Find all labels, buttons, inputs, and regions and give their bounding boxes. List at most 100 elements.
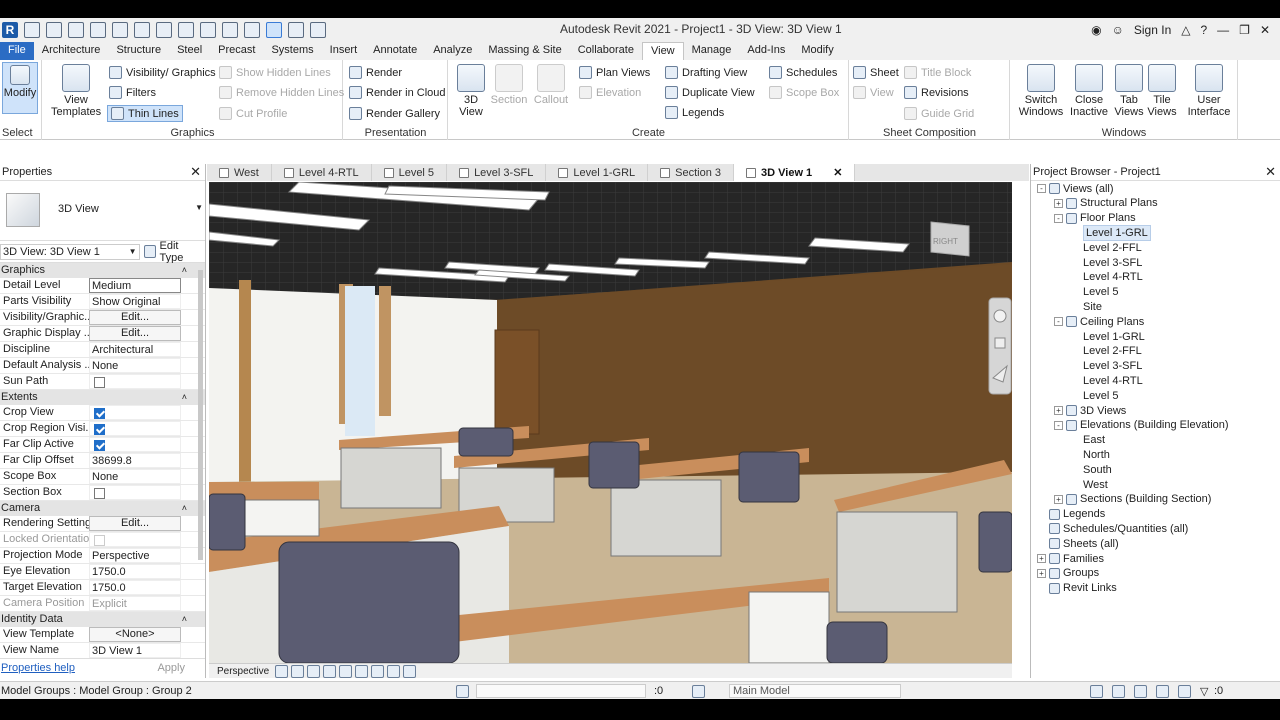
browser-node[interactable]: + Sections (Building Section) xyxy=(1054,492,1211,507)
property-value[interactable]: None xyxy=(89,469,181,484)
tag-icon[interactable] xyxy=(200,22,216,38)
revit-logo-icon[interactable]: R xyxy=(2,22,18,38)
reveal-hidden-icon[interactable] xyxy=(403,664,417,678)
browser-node[interactable]: Level 3-SFL xyxy=(1071,359,1142,374)
render-gallery-button[interactable]: Render Gallery xyxy=(349,107,440,120)
checkbox[interactable] xyxy=(94,408,105,419)
property-value[interactable]: None xyxy=(89,358,181,373)
browser-node[interactable]: Level 4-RTL xyxy=(1071,373,1143,388)
remove-hidden-lines-button[interactable]: Remove Hidden Lines xyxy=(219,86,344,99)
ribbon-tab-architecture[interactable]: Architecture xyxy=(34,42,109,60)
steering-wheel-icon[interactable] xyxy=(993,309,1007,323)
checkbox[interactable] xyxy=(94,488,105,499)
close-window-button[interactable]: ✕ xyxy=(1260,23,1270,37)
crop-view-icon[interactable] xyxy=(339,664,353,678)
select-links-icon[interactable] xyxy=(1090,685,1103,698)
render-dialog-icon[interactable] xyxy=(323,664,337,678)
edit-property-button[interactable]: Edit... xyxy=(89,326,181,341)
browser-node[interactable]: Level 4-RTL xyxy=(1071,270,1143,285)
property-value[interactable]: 1750.0 xyxy=(89,580,181,595)
browser-node[interactable]: + Groups xyxy=(1037,566,1099,581)
filter-icon[interactable]: ▽ xyxy=(1200,685,1208,698)
expand-icon[interactable]: + xyxy=(1037,568,1046,578)
browser-node[interactable]: Level 2-FFL xyxy=(1071,240,1142,255)
select-pinned-icon[interactable] xyxy=(1134,685,1147,698)
elevation-button[interactable]: Elevation xyxy=(579,86,641,99)
ribbon-tab-modify[interactable]: Modify xyxy=(793,42,841,60)
close-tab-icon[interactable]: ✕ xyxy=(833,166,842,179)
browser-node[interactable]: Level 2-FFL xyxy=(1071,344,1142,359)
render-button[interactable]: Render xyxy=(349,66,402,79)
3d-view-button[interactable]: 3D View xyxy=(453,64,489,118)
checkbox[interactable] xyxy=(94,535,105,546)
browser-node[interactable]: Sheets (all) xyxy=(1037,536,1119,551)
restore-button[interactable]: ❐ xyxy=(1239,23,1250,37)
ribbon-tab-structure[interactable]: Structure xyxy=(108,42,169,60)
view-tab-3d-view-1[interactable]: 3D View 1 ✕ xyxy=(734,164,856,181)
property-group-header[interactable]: Camera ˄ xyxy=(0,501,205,516)
title-block-button[interactable]: Title Block xyxy=(904,66,971,79)
collapse-icon[interactable]: - xyxy=(1054,213,1063,223)
ribbon-tab-systems[interactable]: Systems xyxy=(263,42,321,60)
zoom-icon[interactable] xyxy=(994,337,1006,349)
thin-lines-button[interactable]: Thin Lines xyxy=(107,105,183,122)
property-value[interactable]: 1750.0 xyxy=(89,564,181,579)
checkbox[interactable] xyxy=(94,424,105,435)
collapse-icon[interactable]: - xyxy=(1054,317,1063,327)
visibility-graphics-button[interactable]: Visibility/ Graphics xyxy=(109,66,216,79)
view-templates-button[interactable]: View Templates xyxy=(51,64,101,118)
browser-node[interactable]: Legends xyxy=(1037,507,1105,522)
navigation-bar[interactable] xyxy=(988,297,1012,395)
browser-node[interactable]: West xyxy=(1071,477,1108,492)
cut-profile-button[interactable]: Cut Profile xyxy=(219,107,287,120)
apply-button[interactable]: Apply xyxy=(157,662,185,674)
checkbox[interactable] xyxy=(94,377,105,388)
lock-3d-view-icon[interactable] xyxy=(371,664,385,678)
thin-lines-qa-icon[interactable] xyxy=(266,22,282,38)
view-tab-level-1-grl[interactable]: Level 1-GRL xyxy=(546,164,649,181)
guide-grid-button[interactable]: Guide Grid xyxy=(904,107,974,120)
browser-node[interactable]: + Families xyxy=(1037,551,1104,566)
print-icon[interactable] xyxy=(134,22,150,38)
user-icon[interactable]: ☺ xyxy=(1112,23,1124,37)
save-icon[interactable] xyxy=(46,22,62,38)
ribbon-tab-precast[interactable]: Precast xyxy=(210,42,263,60)
property-value[interactable]: Perspective xyxy=(89,548,181,563)
property-value[interactable]: 38699.8 xyxy=(89,453,181,468)
ribbon-tab-manage[interactable]: Manage xyxy=(684,42,740,60)
collapse-icon[interactable]: - xyxy=(1054,420,1063,430)
open-icon[interactable] xyxy=(24,22,40,38)
redo-icon[interactable] xyxy=(112,22,128,38)
expand-icon[interactable]: + xyxy=(1037,554,1046,563)
property-value[interactable]: Medium xyxy=(89,278,181,293)
close-properties-icon[interactable]: ✕ xyxy=(190,164,201,180)
sign-in-link[interactable]: Sign In xyxy=(1134,23,1171,37)
browser-node[interactable]: Level 3-SFL xyxy=(1071,255,1142,270)
ribbon-tab-collaborate[interactable]: Collaborate xyxy=(570,42,642,60)
browser-node[interactable]: Level 1-GRL xyxy=(1071,329,1145,344)
binoculars-icon[interactable]: ◉ xyxy=(1091,23,1101,37)
design-options-icon[interactable] xyxy=(692,685,705,698)
view-tab-section-3[interactable]: Section 3 xyxy=(648,164,735,181)
switch-windows-qa-icon[interactable] xyxy=(310,22,326,38)
switch-windows-button[interactable]: Switch Windows xyxy=(1017,64,1065,118)
show-hidden-lines-button[interactable]: Show Hidden Lines xyxy=(219,66,331,79)
browser-node[interactable]: +3D Views xyxy=(1054,403,1126,418)
callout-button[interactable]: Callout xyxy=(531,64,571,106)
collapse-icon[interactable]: ˄ xyxy=(182,390,187,404)
properties-help-link[interactable]: Properties help xyxy=(1,662,75,674)
checkbox[interactable] xyxy=(94,440,105,451)
render-cloud-button[interactable]: Render in Cloud xyxy=(349,86,446,99)
edit-type-button[interactable]: Edit Type xyxy=(143,240,205,264)
dimension-icon[interactable] xyxy=(178,22,194,38)
view-tab-level-4-rtl[interactable]: Level 4-RTL xyxy=(272,164,372,181)
edit-property-button[interactable]: <None> xyxy=(89,627,181,642)
workset-dropdown[interactable] xyxy=(476,684,646,698)
default-3d-view-icon[interactable] xyxy=(244,22,260,38)
viewcube[interactable]: RIGHT xyxy=(930,221,970,257)
property-group-header[interactable]: Graphics ˄ xyxy=(0,263,205,278)
browser-node[interactable]: Level 5 xyxy=(1071,388,1118,403)
revisions-button[interactable]: Revisions xyxy=(904,86,969,99)
view-tab-level-3-sfl[interactable]: Level 3-SFL xyxy=(447,164,547,181)
browser-node[interactable]: Schedules/Quantities (all) xyxy=(1037,521,1188,536)
